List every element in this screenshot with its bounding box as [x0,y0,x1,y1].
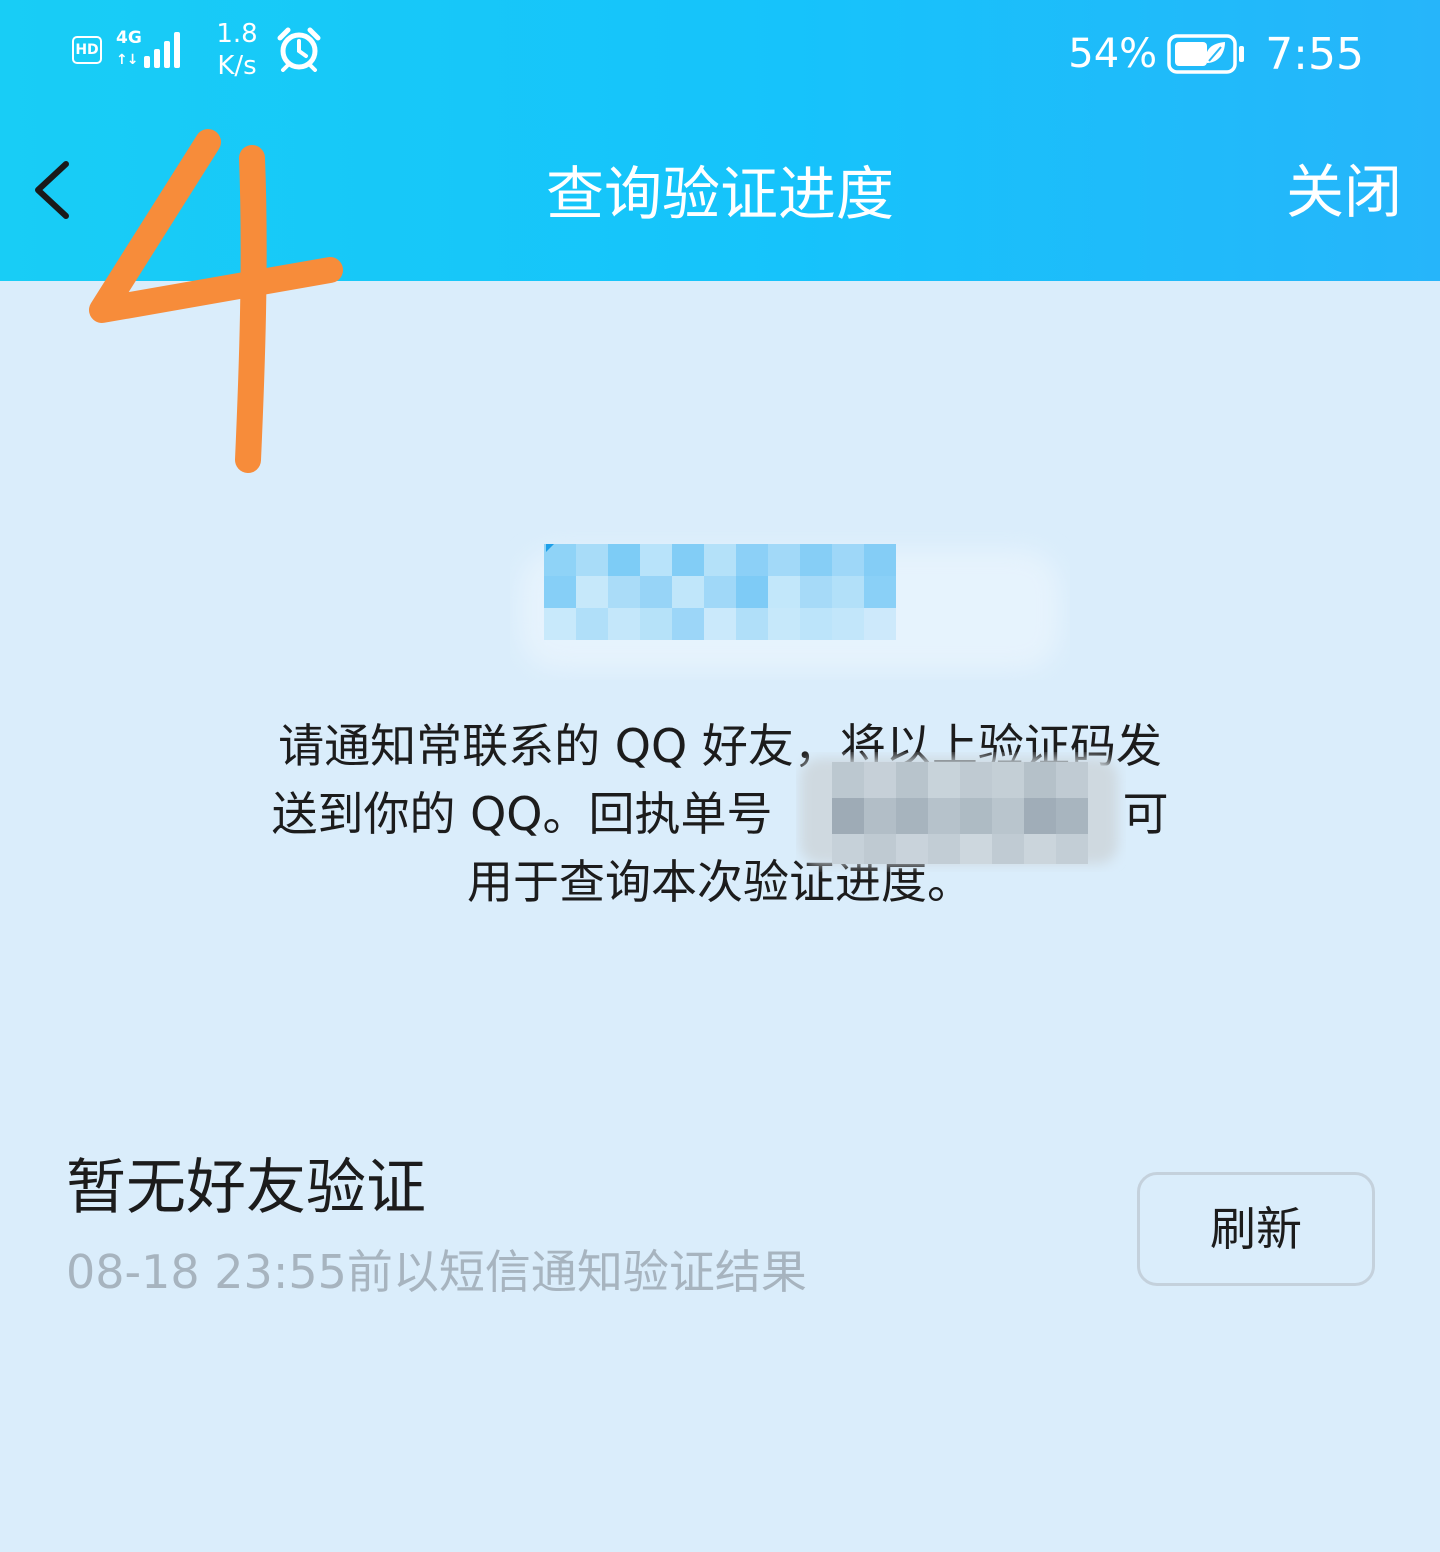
instruction-line-2-suffix: 可 [1122,787,1169,841]
page-title: 查询验证进度 [545,160,894,228]
close-button[interactable]: 关闭 [1286,156,1402,228]
app-screen: HD 4G ↑↓ 1.8 K/s 54% 7:55 查询验证进度 关闭 请通知常… [0,0,1440,1552]
network-speed: 1.8 K/s [207,18,267,82]
status-right: 54% 7:55 [1068,26,1364,82]
clock: 7:55 [1265,28,1364,80]
hd-badge: HD [72,36,102,64]
network-speed-unit: K/s [217,51,257,81]
back-button[interactable] [22,150,82,230]
chevron-left-icon [35,161,69,219]
network-speed-value: 1.8 [216,19,258,49]
battery-leaf-icon [1167,34,1245,74]
verification-status-subtitle: 08-18 23:55前以短信通知验证结果 [66,1245,807,1299]
status-bar: HD 4G ↑↓ 1.8 K/s 54% 7:55 [0,0,1440,100]
alarm-clock-icon [277,27,321,72]
refresh-button[interactable]: 刷新 [1137,1172,1375,1286]
instruction-line-2-prefix: 送到你的 QQ。回执单号 [271,787,773,841]
verification-status-title: 暂无好友验证 [66,1153,426,1223]
handwritten-number-annotation [89,129,343,473]
receipt-number-redacted [800,758,1118,864]
verification-code-redacted [520,544,1060,670]
network-arrows: ↑↓ [116,52,138,68]
battery-percent: 54% [1068,31,1158,77]
signal-icon [144,32,180,68]
network-type: 4G [116,28,142,48]
